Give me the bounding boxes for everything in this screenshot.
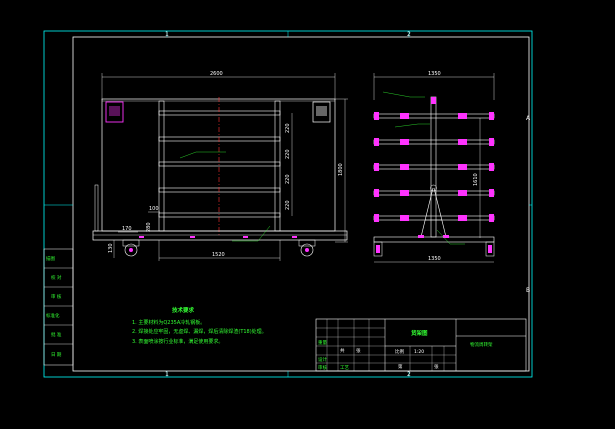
drawing-canvas: 1 2 1 2 A B 2600 220 220 220 220 1800 10… (43, 30, 533, 378)
dim-gap-1: 220 (285, 123, 291, 133)
scale-value: 1:20 (414, 349, 424, 355)
tb-cell-1: 重量 (318, 339, 327, 346)
side-dim-bottom: 1350 (428, 256, 441, 262)
zone-bottom-2: 2 (407, 371, 411, 378)
dim-gap-3: 220 (285, 174, 291, 184)
tb-cell-4: 第 (398, 363, 403, 370)
zone-right-b: B (526, 287, 530, 294)
left-strip: 描图 校 对 审 核 标准化 批 准 日 期 (43, 248, 74, 366)
zone-right-a: A (526, 115, 531, 122)
drawing-no: 物流周转架 (470, 341, 493, 348)
dim-height: 1800 (338, 163, 344, 176)
wheel-right (298, 239, 316, 257)
side-dim-height: 1610 (473, 173, 479, 186)
dim-gap-4: 220 (285, 200, 291, 210)
base-frame (92, 230, 348, 241)
notes-heading: 技术要求 (172, 306, 195, 314)
side-dim-top: 1350 (428, 71, 441, 77)
dim-bottom-span: 1520 (212, 252, 225, 258)
dim-left-3: 130 (108, 243, 114, 253)
note-line-3: 3. 表面喷涂按行业标准，满足使用要求。 (132, 338, 223, 345)
strip-item-3: 审 核 (51, 293, 62, 300)
title-block: 货架图 物流周转架 比例 1:20 重量 共 张 第 张 设计 审核 工艺 (315, 318, 527, 372)
tb-cell-5: 张 (434, 363, 439, 370)
dim-left-2: 170 (122, 226, 132, 232)
note-line-1: 1. 主要材料为Q235A冷轧钢板。 (132, 319, 205, 326)
strip-item-5: 批 准 (51, 331, 62, 338)
tb-cell-8: 工艺 (340, 365, 349, 371)
tb-cell-7: 审核 (318, 364, 327, 371)
dim-bottom-height: 280 (146, 222, 152, 232)
cabinet-outline (101, 98, 336, 232)
note-line-2: 2. 焊接处应牢固，无虚焊、漏焊，焊后清除焊渣(T18)处理。 (132, 328, 267, 335)
shelves (158, 110, 281, 218)
zone-top-1: 1 (165, 31, 169, 38)
dim-left-1: 100 (149, 206, 159, 212)
side-arms (373, 112, 495, 222)
tb-cell-6: 设计 (318, 356, 327, 363)
zone-top-2: 2 (407, 31, 411, 38)
scale-label: 比例 (395, 348, 404, 355)
technical-notes: 技术要求 1. 主要材料为Q235A冷轧钢板。 2. 焊接处应牢固，无虚焊、漏焊… (132, 306, 267, 345)
strip-item-1: 描图 (46, 255, 55, 262)
dim-gap-2: 220 (285, 149, 291, 159)
drawing-name: 货架图 (411, 329, 428, 337)
strip-item-6: 日 期 (51, 352, 62, 358)
strip-item-4: 标准化 (46, 312, 60, 319)
dim-width: 2600 (210, 71, 223, 77)
front-view: 2600 220 220 220 220 1800 100 170 130 28… (92, 71, 348, 261)
side-view: 1350 1610 1350 (373, 71, 495, 263)
tb-cell-3: 张 (356, 347, 361, 354)
wheel-left (122, 239, 140, 257)
zone-bottom-1: 1 (165, 371, 169, 378)
strip-item-2: 校 对 (51, 274, 62, 281)
tb-cell-2: 共 (340, 347, 345, 354)
